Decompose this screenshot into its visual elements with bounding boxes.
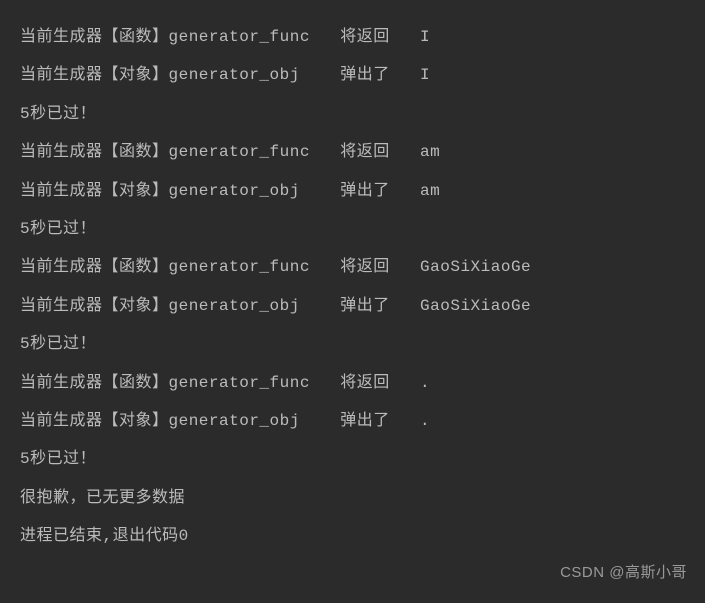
output-line: 当前生成器【函数】generator_func 将返回 am — [20, 133, 685, 171]
output-line: 当前生成器【对象】generator_obj 弹出了 GaoSiXiaoGe — [20, 287, 685, 325]
output-line: 5秒已过！ — [20, 440, 685, 478]
output-line: 5秒已过！ — [20, 325, 685, 363]
output-line: 当前生成器【函数】generator_func 将返回 . — [20, 364, 685, 402]
output-line: 当前生成器【函数】generator_func 将返回 GaoSiXiaoGe — [20, 248, 685, 286]
output-line: 5秒已过！ — [20, 210, 685, 248]
output-line: 很抱歉，已无更多数据 — [20, 479, 685, 517]
console-output: 当前生成器【函数】generator_func 将返回 I 当前生成器【对象】g… — [20, 18, 685, 555]
output-line: 当前生成器【对象】generator_obj 弹出了 am — [20, 172, 685, 210]
output-line: 进程已结束,退出代码0 — [20, 517, 685, 555]
output-line: 5秒已过！ — [20, 95, 685, 133]
output-line: 当前生成器【对象】generator_obj 弹出了 I — [20, 56, 685, 94]
output-line: 当前生成器【函数】generator_func 将返回 I — [20, 18, 685, 56]
output-line: 当前生成器【对象】generator_obj 弹出了 . — [20, 402, 685, 440]
watermark: CSDN @高斯小哥 — [560, 555, 687, 591]
